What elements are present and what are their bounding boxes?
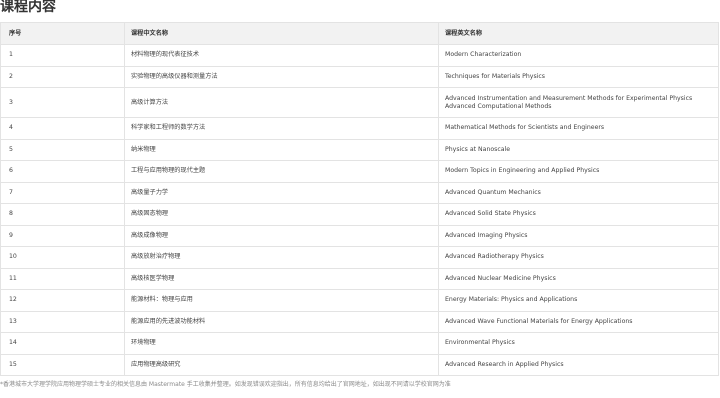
course-number: 5 xyxy=(0,138,125,161)
course-number: 13 xyxy=(0,310,125,333)
course-chinese-name: 高级放射治疗物理 xyxy=(124,246,439,269)
table-row: 4 科学家和工程师的数学方法 Mathematical Methods for … xyxy=(0,117,719,140)
course-english-name: Environmental Physics xyxy=(438,332,719,355)
table-row: 2 实验物理的高级仪器和测量方法 Techniques for Material… xyxy=(0,65,719,88)
course-number: 10 xyxy=(0,246,125,269)
header-english-name: 课程英文名称 xyxy=(438,22,719,45)
table-row: 12 能源材料：物理与应用 Energy Materials: Physics … xyxy=(0,289,719,312)
course-chinese-name: 实验物理的高级仪器和测量方法 xyxy=(124,65,439,88)
course-english-name: Mathematical Methods for Scientists and … xyxy=(438,117,719,140)
course-chinese-name: 高级成像物理 xyxy=(124,224,439,247)
course-chinese-name: 高级核医学物理 xyxy=(124,267,439,290)
table-row: 15 应用物理高级研究 Advanced Research in Applied… xyxy=(0,353,719,376)
course-english-name: Physics at Nanoscale xyxy=(438,138,719,161)
course-table: 序号 课程中文名称 课程英文名称 1 材料物理的现代表征技术 Modern Ch… xyxy=(0,22,719,376)
header-chinese-name: 课程中文名称 xyxy=(124,22,439,45)
course-english-name: Advanced Wave Functional Materials for E… xyxy=(438,310,719,333)
course-english-name: Advanced Instrumentation and Measurement… xyxy=(438,87,719,118)
course-english-name: Energy Materials: Physics and Applicatio… xyxy=(438,289,719,312)
course-chinese-name: 高级量子力学 xyxy=(124,181,439,204)
table-row: 9 高级成像物理 Advanced Imaging Physics xyxy=(0,224,719,247)
course-chinese-name: 能源应用的先进波功能材料 xyxy=(124,310,439,333)
course-chinese-name: 材料物理的现代表征技术 xyxy=(124,44,439,67)
course-number: 9 xyxy=(0,224,125,247)
course-chinese-name: 纳米物理 xyxy=(124,138,439,161)
table-row: 13 能源应用的先进波功能材料 Advanced Wave Functional… xyxy=(0,310,719,333)
course-chinese-name: 科学家和工程师的数学方法 xyxy=(124,117,439,140)
course-english-name: Techniques for Materials Physics xyxy=(438,65,719,88)
course-number: 15 xyxy=(0,353,125,376)
course-number: 4 xyxy=(0,117,125,140)
course-number: 1 xyxy=(0,44,125,67)
table-row: 11 高级核医学物理 Advanced Nuclear Medicine Phy… xyxy=(0,267,719,290)
page: 课程内容 序号 课程中文名称 课程英文名称 1 材料物理的现代表征技术 Mode… xyxy=(0,0,720,398)
course-english-name: Modern Topics in Engineering and Applied… xyxy=(438,160,719,183)
course-english-name: Advanced Nuclear Medicine Physics xyxy=(438,267,719,290)
course-number: 14 xyxy=(0,332,125,355)
table-row: 3 高级计算方法 Advanced Instrumentation and Me… xyxy=(0,87,719,118)
table-row: 10 高级放射治疗物理 Advanced Radiotherapy Physic… xyxy=(0,246,719,269)
table-row: 1 材料物理的现代表征技术 Modern Characterization xyxy=(0,44,719,67)
course-chinese-name: 高级固态物理 xyxy=(124,203,439,226)
course-english-name: Advanced Quantum Mechanics xyxy=(438,181,719,204)
course-english-name: Advanced Solid State Physics xyxy=(438,203,719,226)
footnote: *香港城市大学理学院应用物理学硕士专业的相关信息由 Mastermate 手工收… xyxy=(0,381,451,388)
course-number: 2 xyxy=(0,65,125,88)
course-chinese-name: 应用物理高级研究 xyxy=(124,353,439,376)
course-chinese-name: 工程与应用物理的现代主题 xyxy=(124,160,439,183)
course-english-name: Advanced Radiotherapy Physics xyxy=(438,246,719,269)
header-number: 序号 xyxy=(0,22,125,45)
course-english-name: Advanced Imaging Physics xyxy=(438,224,719,247)
table-header-row: 序号 课程中文名称 课程英文名称 xyxy=(0,22,719,45)
course-chinese-name: 高级计算方法 xyxy=(124,87,439,118)
course-english-name: Modern Characterization xyxy=(438,44,719,67)
course-chinese-name: 能源材料：物理与应用 xyxy=(124,289,439,312)
table-row: 6 工程与应用物理的现代主题 Modern Topics in Engineer… xyxy=(0,160,719,183)
course-number: 8 xyxy=(0,203,125,226)
course-number: 7 xyxy=(0,181,125,204)
table-row: 5 纳米物理 Physics at Nanoscale xyxy=(0,138,719,161)
section-title: 课程内容 xyxy=(0,0,56,15)
course-number: 6 xyxy=(0,160,125,183)
table-row: 14 环境物理 Environmental Physics xyxy=(0,332,719,355)
table-row: 8 高级固态物理 Advanced Solid State Physics xyxy=(0,203,719,226)
table-row: 7 高级量子力学 Advanced Quantum Mechanics xyxy=(0,181,719,204)
course-number: 3 xyxy=(0,87,125,118)
course-english-name: Advanced Research in Applied Physics xyxy=(438,353,719,376)
course-number: 12 xyxy=(0,289,125,312)
course-chinese-name: 环境物理 xyxy=(124,332,439,355)
course-number: 11 xyxy=(0,267,125,290)
